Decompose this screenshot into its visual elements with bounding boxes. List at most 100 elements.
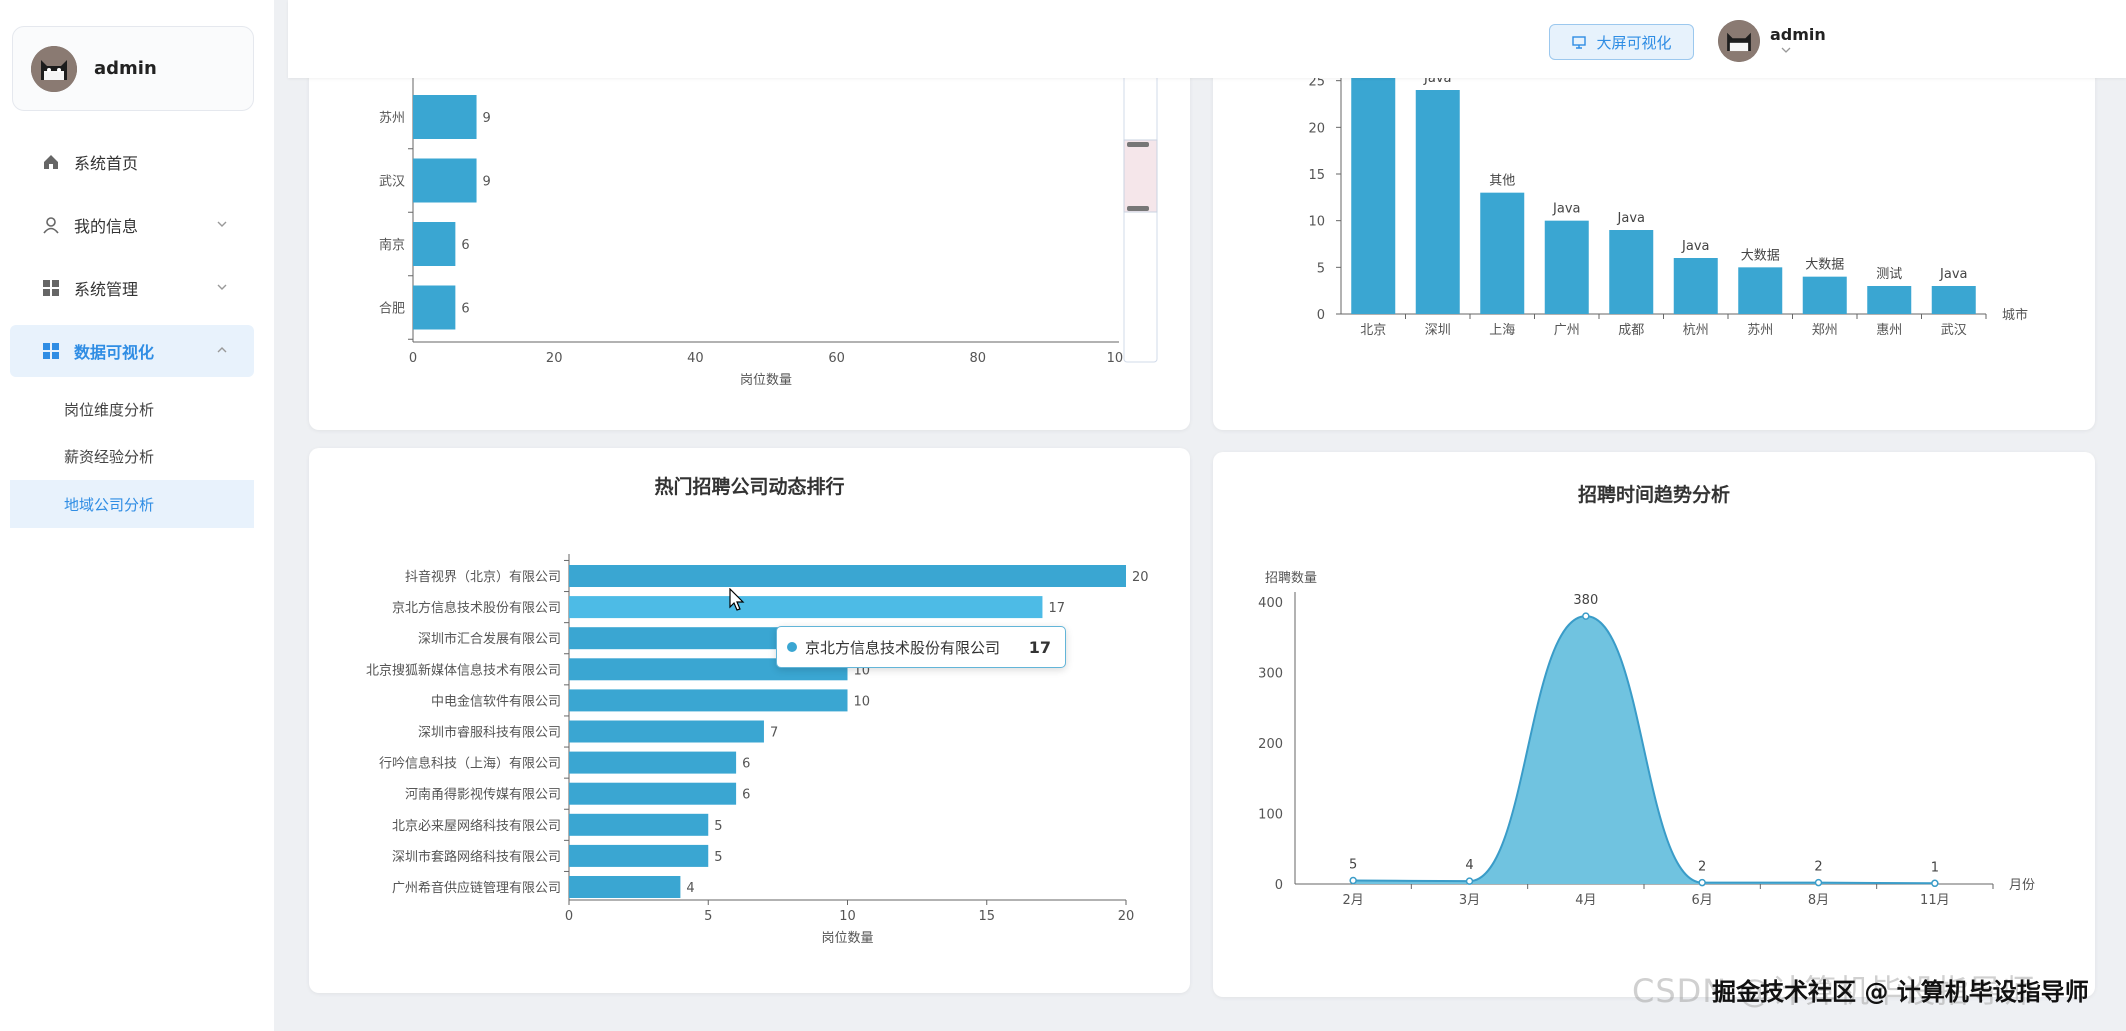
x-tick-label: 深圳 [1425, 323, 1451, 338]
chart-point [1931, 879, 1939, 888]
chart-category-label: 广州希音供应链管理有限公司 [392, 880, 561, 896]
x-tick-label: 20 [1118, 909, 1135, 924]
chart-category-label: 合肥 [379, 302, 405, 317]
home-icon [44, 155, 58, 169]
monitor-icon [1572, 36, 1587, 49]
y-tick-label: 400 [1258, 596, 1283, 611]
chart-data-label: 9 [483, 111, 491, 126]
chart-point [1465, 877, 1474, 885]
chart-category-label: 中电金信软件有限公司 [431, 693, 561, 709]
x-tick-label: 广州 [1554, 323, 1580, 338]
avatar [31, 45, 77, 92]
watermark-overlay: 掘金技术社区 @ 计算机毕设指导师 [1712, 978, 2089, 1006]
x-axis-title: 月份 [2009, 878, 2035, 893]
submenu-item-region[interactable]: 地域公司分析 [10, 480, 254, 528]
chart-category-label: 行吟信息科技（上海）有限公司 [379, 756, 561, 772]
y-tick-label: 200 [1258, 737, 1283, 752]
chart-bar [1609, 230, 1654, 314]
sidebar-username: admin [94, 58, 157, 79]
sidebar-item-label: 系统管理 [74, 280, 139, 299]
x-axis-title: 岗位数量 [821, 931, 873, 946]
chart-data-label: 4 [686, 881, 694, 896]
chart-bar [569, 720, 764, 743]
chart-bar [569, 689, 848, 712]
chart-category-label: 深圳市套路网络科技有限公司 [392, 849, 561, 865]
datazoom-handle-bottom [1127, 206, 1149, 211]
x-tick-label: 40 [687, 351, 704, 366]
x-tick-label: 北京 [1360, 323, 1386, 338]
y-tick-label: 300 [1258, 667, 1283, 682]
chart-data-label: 大数据 [1805, 258, 1844, 273]
chart-data-label: 测试 [1876, 267, 1902, 282]
chart-data-label: 5 [714, 819, 722, 834]
header-avatar[interactable] [1718, 20, 1760, 62]
cat-avatar-icon [31, 45, 77, 92]
chart-bar [569, 751, 737, 774]
chart-bar [413, 285, 456, 330]
x-tick-label: 8月 [1808, 893, 1829, 908]
sidebar-item-my-info[interactable]: 我的信息 [10, 199, 254, 251]
chart-card-time-trend: 招聘时间趋势分析 招聘数量 0 100 200 300 400 5 2月 4 3月 380 4月 2 6月… [1213, 452, 2095, 997]
y-tick-label: 5 [1317, 261, 1325, 276]
sidebar-item-label: 我的信息 [74, 217, 139, 236]
x-tick-label: 2月 [1343, 893, 1364, 908]
chart-data-label: Java [1552, 202, 1580, 217]
chart-data-label: 5 [1349, 857, 1357, 872]
y-tick-label: 20 [1308, 121, 1325, 136]
x-tick-label: 成都 [1618, 323, 1644, 338]
chart-bar [1673, 258, 1718, 314]
submenu-item-position[interactable]: 岗位维度分析 [10, 385, 254, 433]
chart-bar [413, 158, 477, 203]
sidebar-item-data-viz[interactable]: 数据可视化 [10, 325, 254, 377]
chart-data-label: 其他 [1489, 174, 1515, 189]
bigscreen-button[interactable]: 大屏可视化 [1549, 24, 1694, 60]
datazoom-handle-top [1127, 142, 1149, 147]
chevron-down-icon[interactable] [1780, 46, 1792, 54]
x-tick-label: 4月 [1575, 893, 1596, 908]
chart-bar [569, 813, 709, 836]
chart-data-label: Java [1939, 267, 1967, 282]
tooltip-marker [787, 642, 797, 652]
chevron-up-icon [217, 347, 227, 353]
chart-bar [1544, 220, 1589, 314]
chart-point [1582, 612, 1590, 620]
chart-point [1698, 878, 1706, 887]
chart-bar [569, 782, 737, 805]
x-axis-title: 城市 [2002, 307, 2028, 323]
submenu-item-salary[interactable]: 薪资经验分析 [10, 432, 254, 480]
chart-category-label: 河南甬得影视传媒有限公司 [405, 787, 561, 803]
chart-data-label: 2 [1698, 860, 1706, 875]
chevron-down-icon [217, 284, 227, 290]
chart-category-label: 北京搜狐新媒体信息技术有限公司 [366, 662, 561, 678]
chart-bar [1480, 192, 1525, 314]
x-tick-label: 郑州 [1812, 323, 1838, 338]
chevron-down-icon [217, 221, 227, 227]
chart-bar [569, 565, 1126, 587]
sidebar: admin 系统首页 我的信息 系统管理 数据可视化 岗位维度分析 薪资经验分析… [0, 0, 274, 1031]
chart-data-label: 9 [483, 175, 491, 190]
x-tick-label: 20 [546, 351, 563, 366]
x-tick-label: 惠州 [1876, 323, 1902, 338]
x-tick-label: 10 [839, 909, 856, 924]
chart-data-label: 20 [1132, 570, 1149, 585]
x-tick-label: 11月 [1920, 893, 1950, 908]
sidebar-item-home[interactable]: 系统首页 [10, 136, 254, 188]
chart-category-label: 北京必来屋网络科技有限公司 [392, 818, 561, 834]
bigscreen-label: 大屏可视化 [1596, 33, 1672, 52]
x-tick-label: 60 [828, 351, 845, 366]
sidebar-item-system-admin[interactable]: 系统管理 [10, 262, 254, 314]
x-tick-label: 上海 [1489, 323, 1515, 338]
chart-data-label: 10 [854, 694, 871, 709]
chart-point [1349, 876, 1357, 885]
tooltip-name: 京北方信息技术股份有限公司 [805, 638, 1001, 657]
chart-category-label: 深圳市睿服科技有限公司 [418, 725, 561, 741]
chart-data-label: 6 [742, 788, 750, 803]
company-rank-chart: 抖音视界（北京）有限公司 20 京北方信息技术股份有限公司 17 深圳市汇合发展有限公司… [366, 554, 1149, 946]
sidebar-user-card[interactable]: admin [12, 26, 254, 111]
chart-data-label: 4 [1465, 858, 1473, 873]
header-username[interactable]: admin [1770, 25, 1826, 44]
chart-bar [1415, 90, 1460, 314]
chart-data-label: 大数据 [1741, 248, 1780, 263]
top-header [288, 0, 2126, 78]
x-tick-label: 杭州 [1683, 323, 1709, 338]
